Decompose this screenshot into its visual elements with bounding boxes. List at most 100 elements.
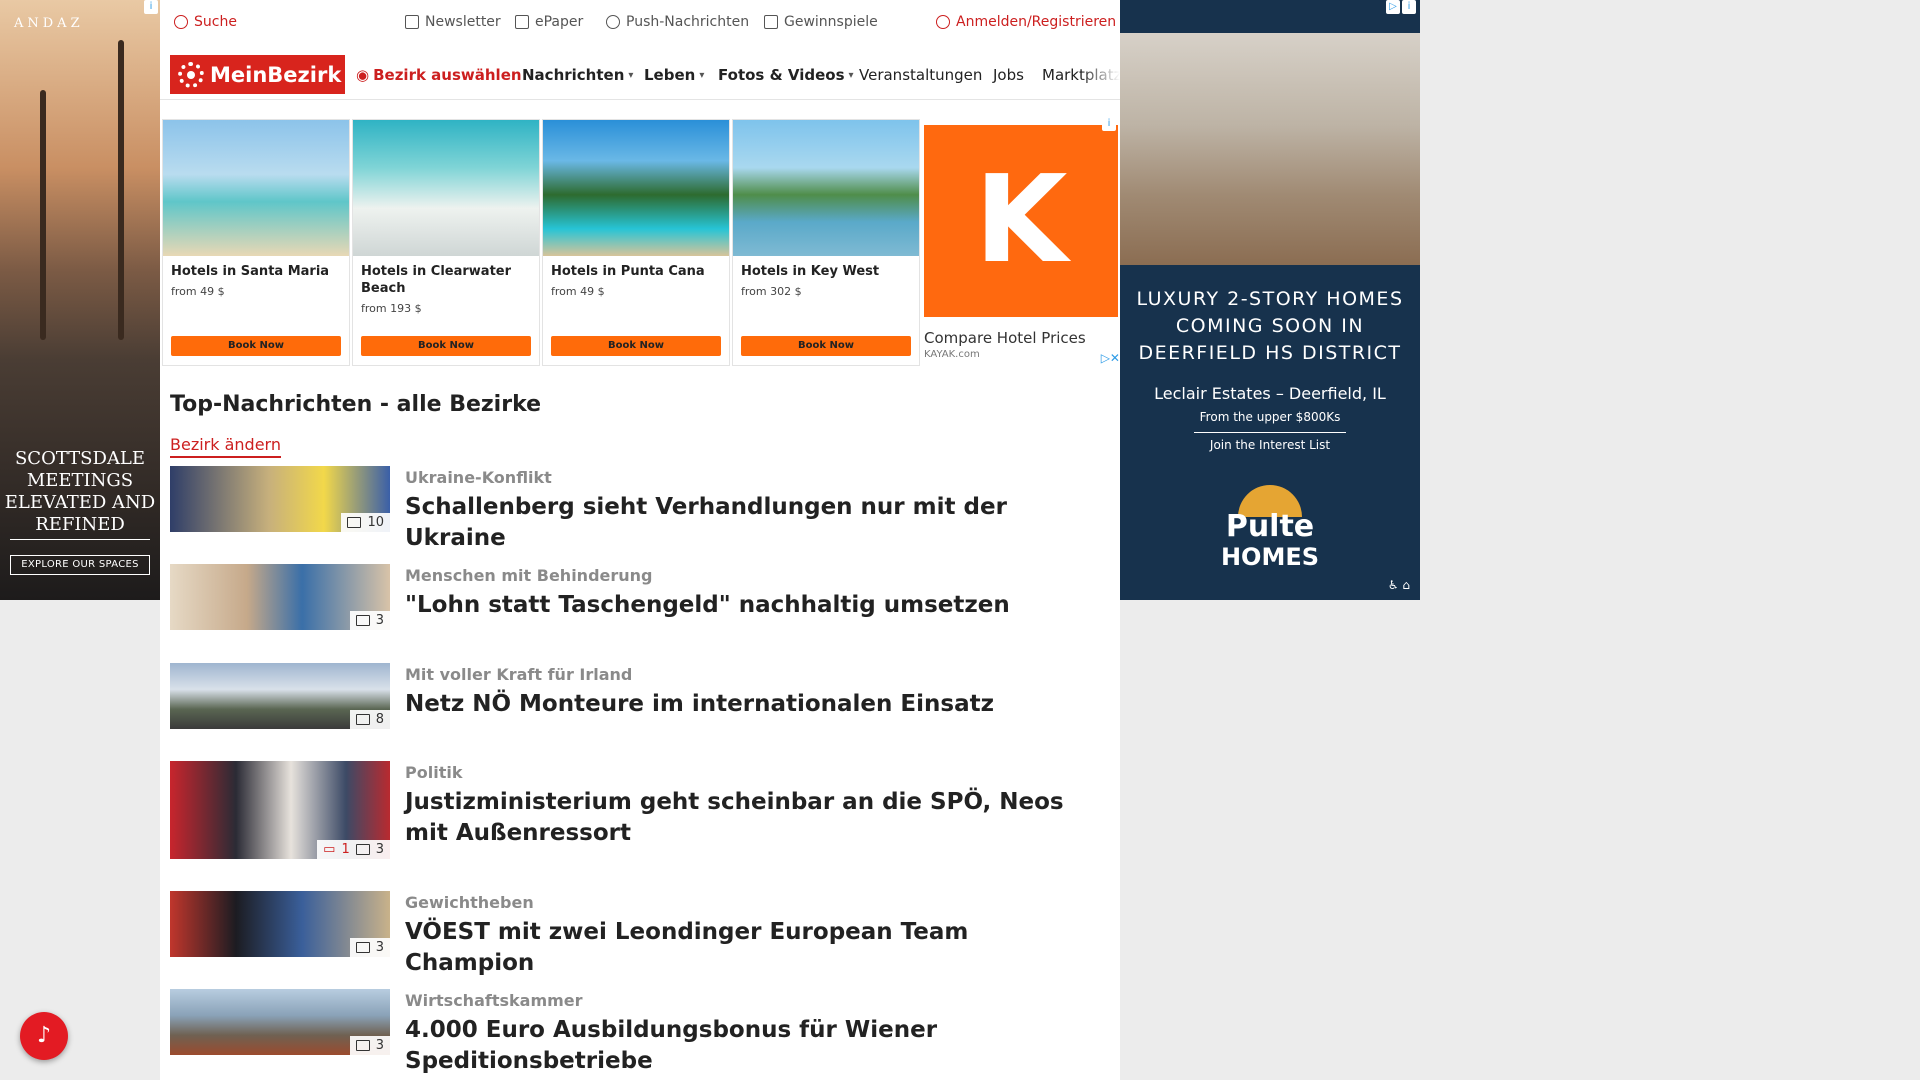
image-icon bbox=[355, 942, 370, 953]
hotel-image bbox=[353, 120, 539, 256]
kayak-logo: K bbox=[924, 125, 1118, 317]
bezirk-select-button[interactable]: ◉ Bezirk auswählen bbox=[356, 66, 522, 84]
gift-icon bbox=[764, 15, 778, 29]
ad-divider bbox=[10, 539, 150, 540]
nav-item-jobs[interactable]: Jobs bbox=[993, 66, 1024, 84]
book-now-button[interactable]: Book Now bbox=[551, 336, 721, 356]
photo-count: 3 bbox=[375, 842, 384, 857]
article-kicker: Menschen mit Behinderung bbox=[405, 566, 653, 585]
ad-headline: LUXURY 2-STORY HOMES COMING SOON IN DEER… bbox=[1120, 286, 1420, 367]
article-title[interactable]: VÖEST mit zwei Leondinger European Team … bbox=[405, 917, 1095, 979]
kayak-source: KAYAK.com bbox=[924, 349, 980, 360]
image-icon bbox=[347, 517, 362, 528]
logo-sun-icon bbox=[178, 61, 204, 88]
login-label: Anmelden/Registrieren bbox=[956, 14, 1117, 30]
hotel-card[interactable]: Hotels in Punta Cana from 49 $ Book Now bbox=[542, 119, 730, 366]
article-item[interactable]: 8 Mit voller Kraft für Irland Netz NÖ Mo… bbox=[170, 663, 1110, 733]
hotel-name: Hotels in Punta Cana bbox=[551, 264, 705, 279]
article-title[interactable]: Schallenberg sieht Verhandlungen nur mit… bbox=[405, 492, 1095, 554]
adchoices-icon[interactable]: ▷ bbox=[1386, 0, 1400, 14]
article-title[interactable]: 4.000 Euro Ausbildungsbonus für Wiener S… bbox=[405, 1015, 1095, 1077]
site-logo[interactable]: MeinBezirk bbox=[170, 55, 345, 94]
nav-label: Nachrichten bbox=[522, 66, 625, 84]
adchoices-icon[interactable]: i bbox=[144, 0, 158, 14]
comment-count: 1 bbox=[341, 842, 350, 857]
article-item[interactable]: 3 Wirtschaftskammer 4.000 Euro Ausbildun… bbox=[170, 989, 1110, 1074]
nav-label: Veranstaltungen bbox=[859, 66, 983, 84]
photo-count: 3 bbox=[375, 940, 384, 955]
article-thumbnail: 3 bbox=[170, 891, 390, 957]
article-title[interactable]: Netz NÖ Monteure im internationalen Eins… bbox=[405, 689, 1095, 720]
nav-label: Fotos & Videos bbox=[718, 66, 845, 84]
login-link[interactable]: Anmelden/Registrieren bbox=[936, 14, 1116, 30]
chevron-down-icon: ▾ bbox=[699, 69, 705, 81]
top-utility-bar: Suche Newsletter ePaper Push-Nachrichten… bbox=[160, 0, 1120, 46]
explore-spaces-button[interactable]: EXPLORE OUR SPACES bbox=[10, 555, 150, 575]
hotel-card[interactable]: Hotels in Key West from 302 $ Book Now bbox=[732, 119, 920, 366]
ad-location: Leclair Estates – Deerfield, IL bbox=[1154, 384, 1386, 403]
ad-brand-logo: ANDAZ bbox=[14, 16, 84, 31]
search-label: Suche bbox=[194, 14, 237, 30]
newsletter-label: Newsletter bbox=[425, 14, 501, 30]
book-now-button[interactable]: Book Now bbox=[361, 336, 531, 356]
pulte-logo-top: Pulte bbox=[1225, 509, 1315, 544]
ad-price: From the upper $800Ks bbox=[1199, 410, 1341, 424]
photo-count: 3 bbox=[375, 613, 384, 628]
hotel-image bbox=[543, 120, 729, 256]
book-now-button[interactable]: Book Now bbox=[171, 336, 341, 356]
newsletter-link[interactable]: Newsletter bbox=[405, 14, 501, 30]
search-link[interactable]: Suche bbox=[174, 14, 237, 30]
adchoices-icon[interactable]: i bbox=[1102, 117, 1116, 131]
accessibility-housing-icon: ♿ ⌂ bbox=[1387, 578, 1410, 592]
push-notifications-link[interactable]: Push-Nachrichten bbox=[606, 14, 749, 30]
ad-headline-line: COMING SOON IN bbox=[1175, 315, 1365, 337]
notification-bell-button[interactable]: ♪ bbox=[20, 1012, 68, 1060]
ad-headline-line: ELEVATED AND bbox=[4, 492, 156, 513]
ad-close-icon[interactable]: ▷✕ bbox=[1101, 351, 1120, 365]
epaper-link[interactable]: ePaper bbox=[515, 14, 583, 30]
ad-headline-line: REFINED bbox=[35, 514, 125, 535]
article-item[interactable]: 3 Menschen mit Behinderung "Lohn statt T… bbox=[170, 564, 1110, 634]
article-title[interactable]: "Lohn statt Taschengeld" nachhaltig umse… bbox=[405, 590, 1095, 621]
nav-item-nachrichten[interactable]: Nachrichten ▾ bbox=[522, 66, 633, 84]
image-icon bbox=[355, 1040, 370, 1051]
hotel-card[interactable]: Hotels in Santa Maria from 49 $ Book Now bbox=[162, 119, 350, 366]
media-badge: 3 bbox=[349, 1036, 390, 1055]
nav-item-veranstaltungen[interactable]: Veranstaltungen bbox=[859, 66, 982, 84]
bezirk-label: Bezirk auswählen bbox=[373, 66, 522, 84]
image-icon bbox=[355, 844, 370, 855]
hotel-card[interactable]: Hotels in Clearwater Beach from 193 $ Bo… bbox=[352, 119, 540, 366]
join-interest-list-link[interactable]: Join the Interest List bbox=[1120, 438, 1420, 452]
pulte-logo: Pulte HOMES bbox=[1120, 512, 1420, 572]
article-item[interactable]: 10 Ukraine-Konflikt Schallenberg sieht V… bbox=[170, 466, 1110, 551]
location-pin-icon: ◉ bbox=[356, 66, 370, 84]
media-badge: 8 bbox=[349, 710, 390, 729]
left-skyscraper-ad[interactable]: ANDAZ i SCOTTSDALE MEETINGS ELEVATED AND… bbox=[0, 0, 160, 600]
article-thumbnail: 8 bbox=[170, 663, 390, 729]
kayak-ad[interactable]: K Compare Hotel Prices KAYAK.com ▷✕ bbox=[924, 119, 1120, 366]
ad-info-icon[interactable]: i bbox=[1402, 0, 1416, 14]
media-badge: 3 bbox=[349, 611, 390, 630]
media-badge: 3 bbox=[349, 938, 390, 957]
chevron-down-icon: ▾ bbox=[628, 69, 634, 81]
gewinnspiele-label: Gewinnspiele bbox=[784, 14, 878, 30]
ad-headline-line: LUXURY 2-STORY HOMES bbox=[1136, 288, 1404, 310]
article-item[interactable]: ▭ 1 3 Politik Justizministerium geht schei… bbox=[170, 761, 1110, 861]
kayak-caption: Compare Hotel Prices bbox=[924, 329, 1086, 347]
nav-item-fotos-videos[interactable]: Fotos & Videos ▾ bbox=[718, 66, 854, 84]
media-badge: ▭ 1 3 bbox=[317, 840, 390, 859]
hotel-name: Hotels in Key West bbox=[741, 264, 880, 279]
article-title[interactable]: Justizministerium geht scheinbar an die … bbox=[405, 787, 1095, 849]
palm-tree-graphic bbox=[40, 90, 46, 340]
hotel-ad-strip: Hotels in Santa Maria from 49 $ Book Now… bbox=[162, 119, 942, 366]
change-bezirk-link[interactable]: Bezirk ändern bbox=[170, 435, 281, 458]
article-item[interactable]: 3 Gewichtheben VÖEST mit zwei Leondinger… bbox=[170, 891, 1110, 976]
image-icon bbox=[355, 615, 370, 626]
article-thumbnail: 3 bbox=[170, 989, 390, 1055]
nav-item-leben[interactable]: Leben ▾ bbox=[644, 66, 704, 84]
gewinnspiele-link[interactable]: Gewinnspiele bbox=[764, 14, 878, 30]
book-now-button[interactable]: Book Now bbox=[741, 336, 911, 356]
bell-icon bbox=[606, 15, 620, 29]
hotel-image bbox=[163, 120, 349, 256]
right-skyscraper-ad[interactable]: ▷ i LUXURY 2-STORY HOMES COMING SOON IN … bbox=[1120, 0, 1420, 600]
